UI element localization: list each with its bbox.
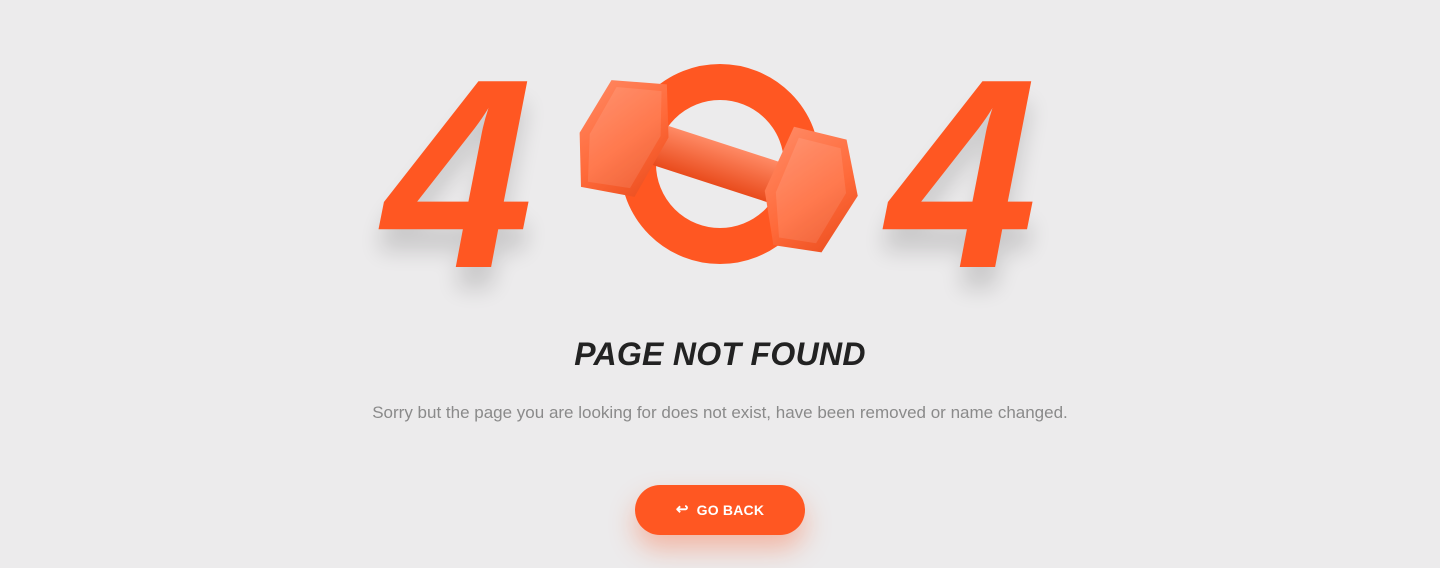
page-title: PAGE NOT FOUND bbox=[574, 336, 866, 372]
error-message: Sorry but the page you are looking for d… bbox=[372, 403, 1068, 422]
error-digit-right: 4 bbox=[887, 24, 1037, 325]
error-digit-left: 4 bbox=[383, 24, 533, 325]
back-arrow-icon: ↩ bbox=[675, 500, 689, 518]
go-back-button[interactable]: ↩ GO BACK bbox=[635, 485, 805, 535]
go-back-label: GO BACK bbox=[696, 502, 765, 518]
dumbbell-icon bbox=[579, 64, 858, 264]
not-found-page: 4 4 PAGE NOT FOUND Sorry but the page yo… bbox=[0, 0, 1440, 568]
